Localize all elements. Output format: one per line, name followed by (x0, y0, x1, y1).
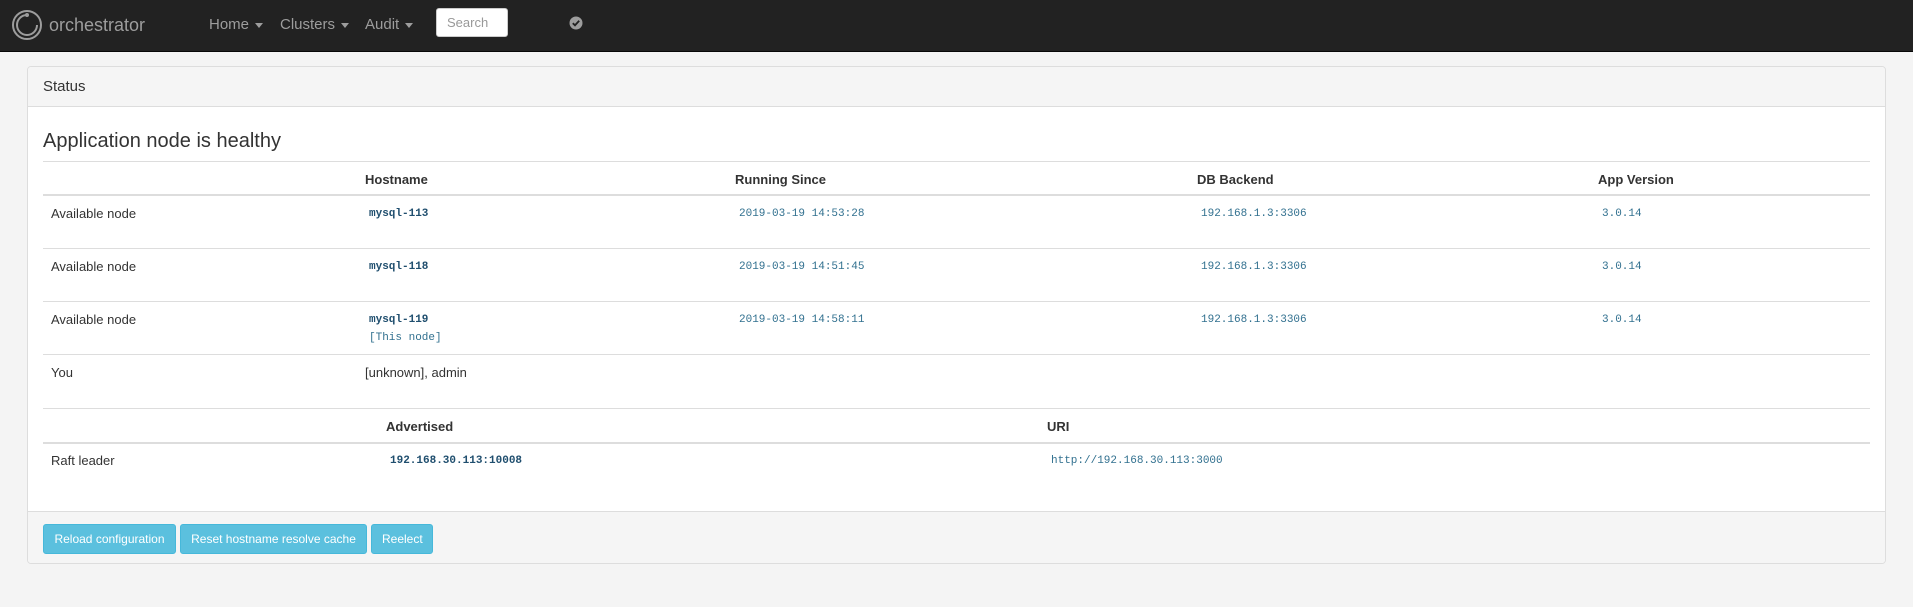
db-backend-value: 192.168.1.3:3306 (1201, 314, 1307, 326)
nav-audit-dropdown[interactable]: Audit (365, 16, 414, 33)
navbar: orchestrator Home Clusters Audit (0, 0, 1913, 52)
current-user-value: [unknown], admin (365, 365, 467, 380)
nav-clusters-dropdown[interactable]: Clusters (280, 16, 350, 33)
row-divider (43, 301, 1870, 302)
column-header-running-since: Running Since (735, 172, 826, 187)
row-label: Available node (51, 312, 137, 327)
row-label: Available node (51, 259, 137, 274)
row-label: Raft leader (51, 453, 115, 468)
running-since-value: 2019-03-19 14:51:45 (739, 261, 865, 273)
running-since-value: 2019-03-19 14:58:11 (739, 314, 865, 326)
caret-down-icon (255, 23, 264, 28)
status-panel: Status Application node is healthy Hostn… (27, 66, 1886, 564)
table-header-divider (43, 194, 1870, 196)
search-input[interactable] (436, 8, 508, 37)
row-label: You (51, 365, 73, 380)
column-header-app-version: App Version (1598, 172, 1674, 187)
column-header-db-backend: DB Backend (1197, 172, 1274, 187)
caret-down-icon (341, 23, 350, 28)
panel-title: Status (28, 67, 1885, 107)
caret-down-icon (405, 23, 414, 28)
app-version-value: 3.0.14 (1602, 261, 1642, 273)
db-backend-value: 192.168.1.3:3306 (1201, 208, 1307, 220)
nav-clusters-label: Clusters (280, 16, 336, 33)
row-label: Available node (51, 206, 137, 221)
raft-uri-link[interactable]: http://192.168.30.113:3000 (1051, 455, 1223, 467)
orchestrator-logo-icon (12, 10, 42, 40)
hostname-link[interactable]: mysql-119 (369, 314, 428, 326)
table-header-divider (43, 442, 1870, 444)
running-since-value: 2019-03-19 14:53:28 (739, 208, 865, 220)
reset-hostname-cache-button[interactable]: Reset hostname resolve cache (180, 524, 367, 554)
health-status-heading: Application node is healthy (43, 130, 281, 152)
hostname-link[interactable]: mysql-118 (369, 261, 428, 273)
check-circle-icon[interactable] (569, 16, 583, 30)
reelect-button[interactable]: Reelect (371, 524, 433, 554)
brand-name: orchestrator (49, 14, 146, 35)
nav-home-dropdown[interactable]: Home (209, 16, 264, 33)
reload-configuration-button[interactable]: Reload configuration (43, 524, 176, 554)
column-header-hostname: Hostname (365, 172, 428, 187)
hostname-link[interactable]: mysql-113 (369, 208, 428, 220)
column-header-advertised: Advertised (386, 419, 454, 434)
db-backend-value: 192.168.1.3:3306 (1201, 261, 1307, 273)
column-header-uri: URI (1047, 419, 1070, 434)
table-divider (43, 161, 1870, 162)
app-version-value: 3.0.14 (1602, 314, 1642, 326)
table-divider (43, 408, 1870, 409)
brand-link[interactable]: orchestrator (10, 7, 145, 43)
nav-audit-label: Audit (365, 16, 400, 33)
this-node-tag: [This node] (369, 332, 442, 344)
row-divider (43, 248, 1870, 249)
row-divider (43, 354, 1870, 355)
app-version-value: 3.0.14 (1602, 208, 1642, 220)
raft-advertised-value: 192.168.30.113:10008 (390, 455, 523, 467)
nav-home-label: Home (209, 16, 250, 33)
